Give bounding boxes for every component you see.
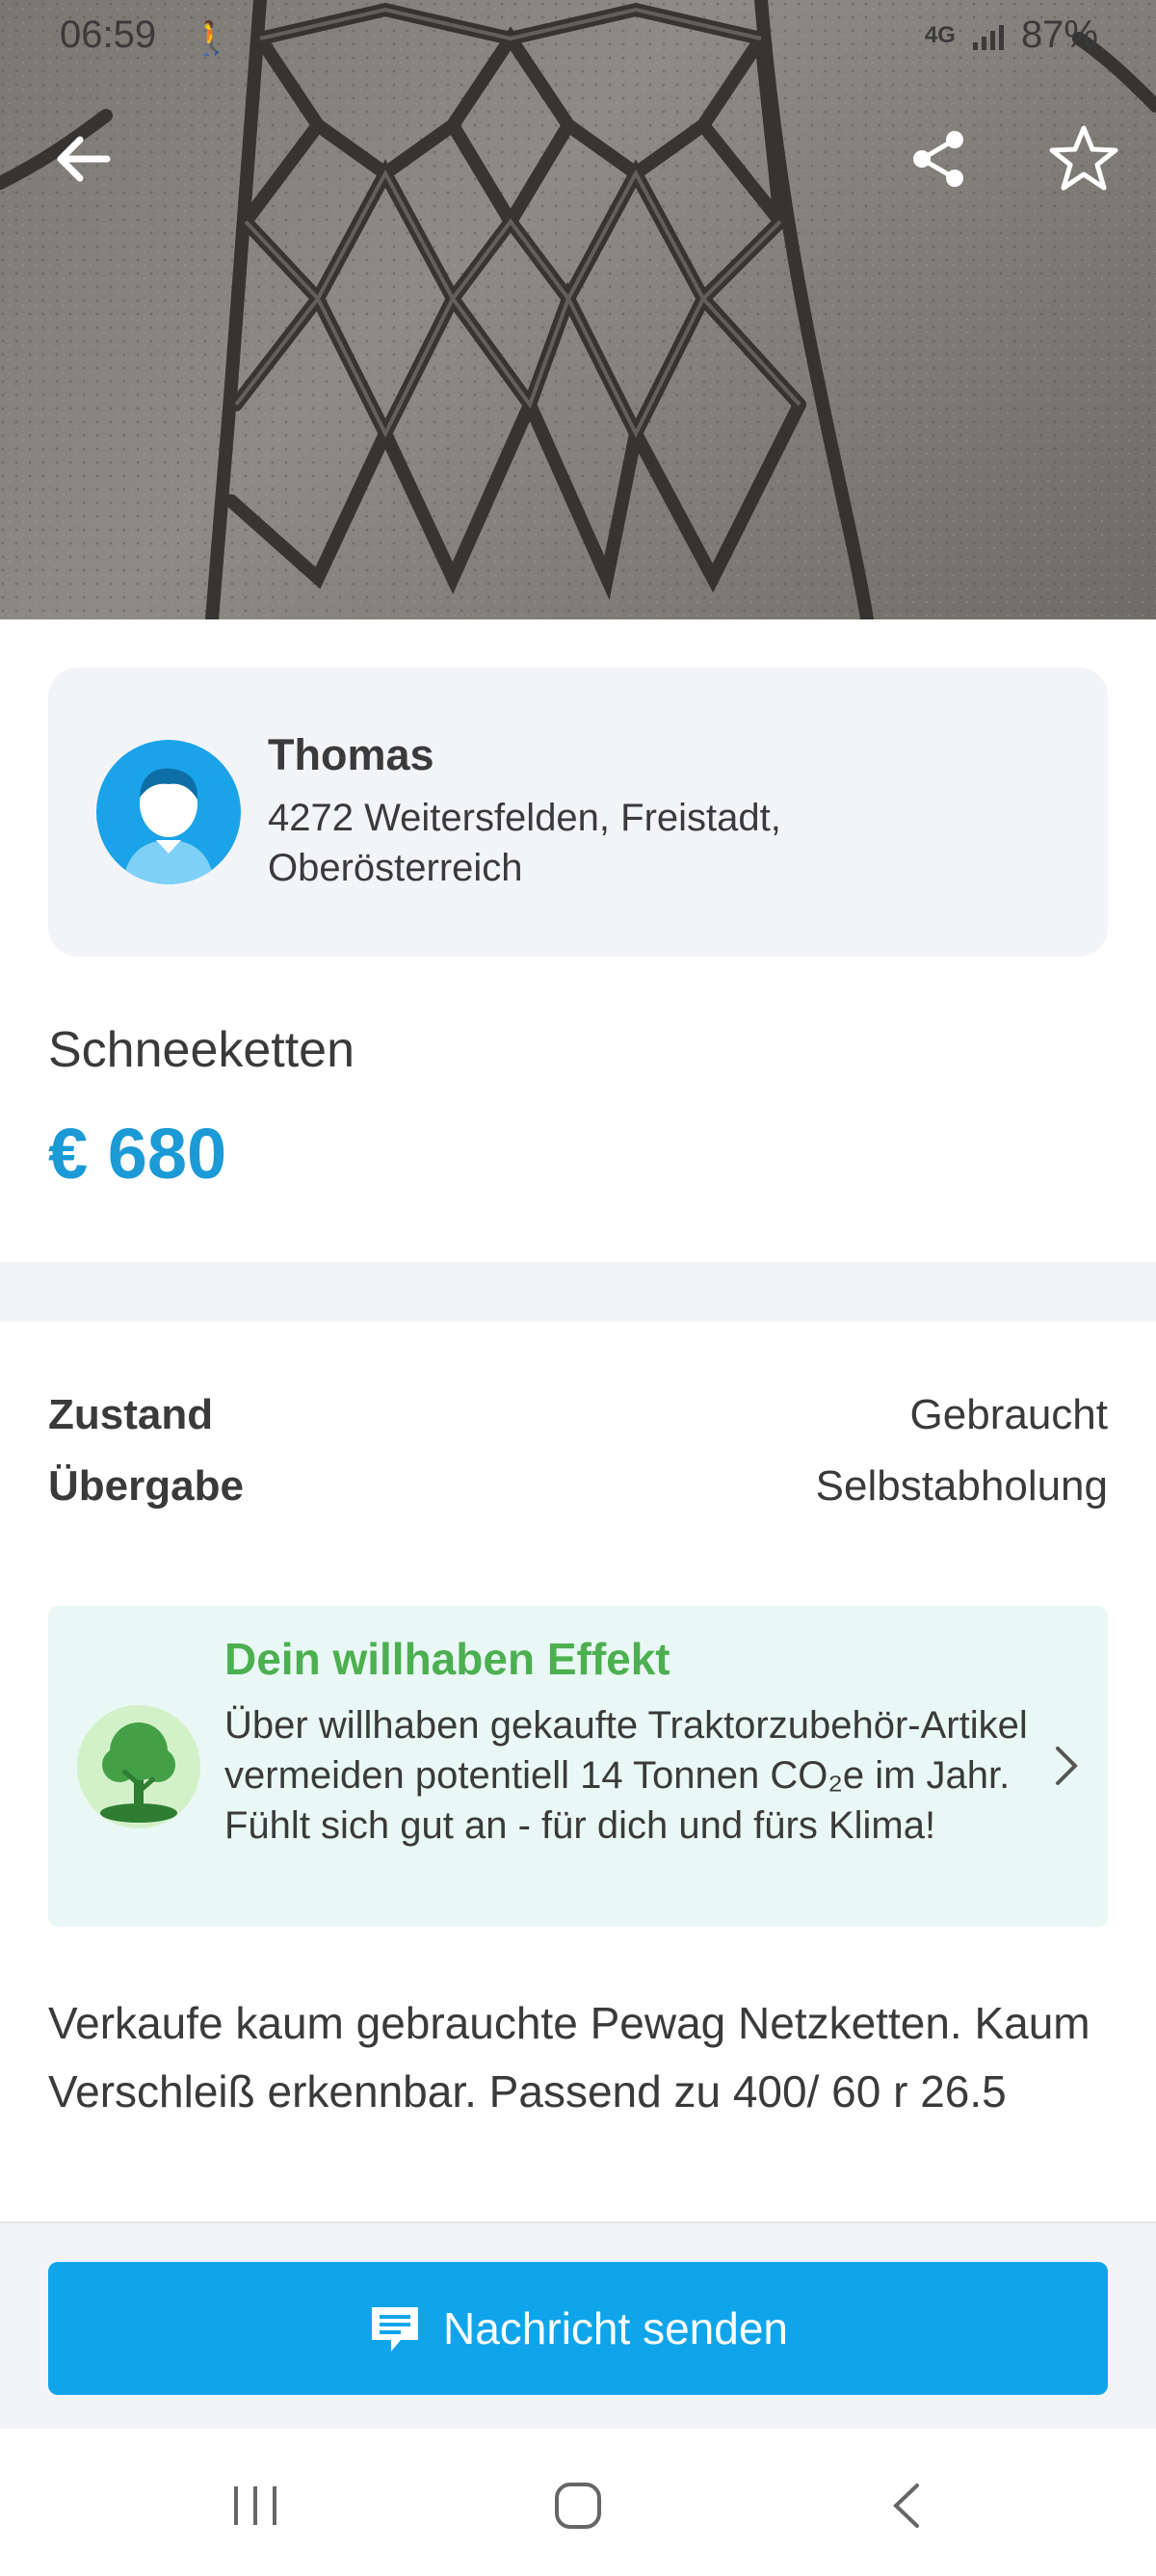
chevron-left-icon [893, 2484, 919, 2528]
user-avatar-icon [96, 740, 241, 884]
section-divider [0, 1262, 1156, 1322]
listing-title: Schneeketten [48, 1022, 355, 1078]
home-button[interactable] [544, 2477, 612, 2535]
recent-apps-button[interactable] [222, 2477, 289, 2535]
listing-photo[interactable]: 06:59 🚶 4G 87% [0, 0, 1156, 619]
attribute-label: Übergabe [48, 1462, 244, 1510]
seller-name: Thomas [268, 730, 434, 779]
attribute-value: Gebraucht [909, 1391, 1108, 1438]
favorite-button[interactable] [1040, 116, 1127, 202]
star-outline-icon [1049, 125, 1118, 191]
listing-price: € 680 [48, 1114, 227, 1194]
seller-location: 4272 Weitersfelden, Freistadt, Oberöster… [268, 797, 781, 889]
chevron-right-icon [1056, 1747, 1078, 1785]
status-bar: 06:59 🚶 4G 87% [0, 0, 1156, 77]
seller-card[interactable]: Thomas 4272 Weitersfelden, Freistadt, Ob… [48, 668, 1108, 957]
share-icon [913, 131, 963, 187]
listing-description: Verkaufe kaum gebrauchte Pewag Netzkette… [48, 1998, 1090, 2116]
share-button[interactable] [896, 116, 983, 202]
attribute-label: Zustand [48, 1391, 214, 1438]
willhaben-effect-card[interactable]: Dein willhaben Effekt Über willhaben gek… [48, 1606, 1108, 1927]
arrow-left-icon [57, 136, 111, 182]
effect-title: Dein willhaben Effekt [224, 1634, 670, 1684]
effect-text: Über willhaben gekaufte Traktorzubehör-A… [224, 1704, 1028, 1847]
send-message-label: Nachricht senden [443, 2303, 788, 2353]
system-nav-bar [0, 2429, 1156, 2576]
signal-icon [972, 24, 1004, 50]
status-time: 06:59 [60, 13, 157, 56]
system-back-button[interactable] [872, 2477, 939, 2535]
message-icon [372, 2307, 418, 2352]
attribute-value: Selbstabholung [815, 1462, 1108, 1510]
home-icon [555, 2483, 601, 2529]
snow-chain-photo [0, 0, 1156, 619]
walking-icon: 🚶 [191, 20, 232, 57]
network-label: 4G [924, 21, 956, 48]
send-message-button[interactable]: Nachricht senden [48, 2262, 1108, 2395]
recent-apps-icon [234, 2486, 276, 2525]
battery-level: 87% [1020, 13, 1098, 56]
bottom-action-bar: Nachricht senden [0, 2221, 1156, 2431]
tree-icon [77, 1705, 200, 1828]
back-button[interactable] [40, 116, 127, 202]
